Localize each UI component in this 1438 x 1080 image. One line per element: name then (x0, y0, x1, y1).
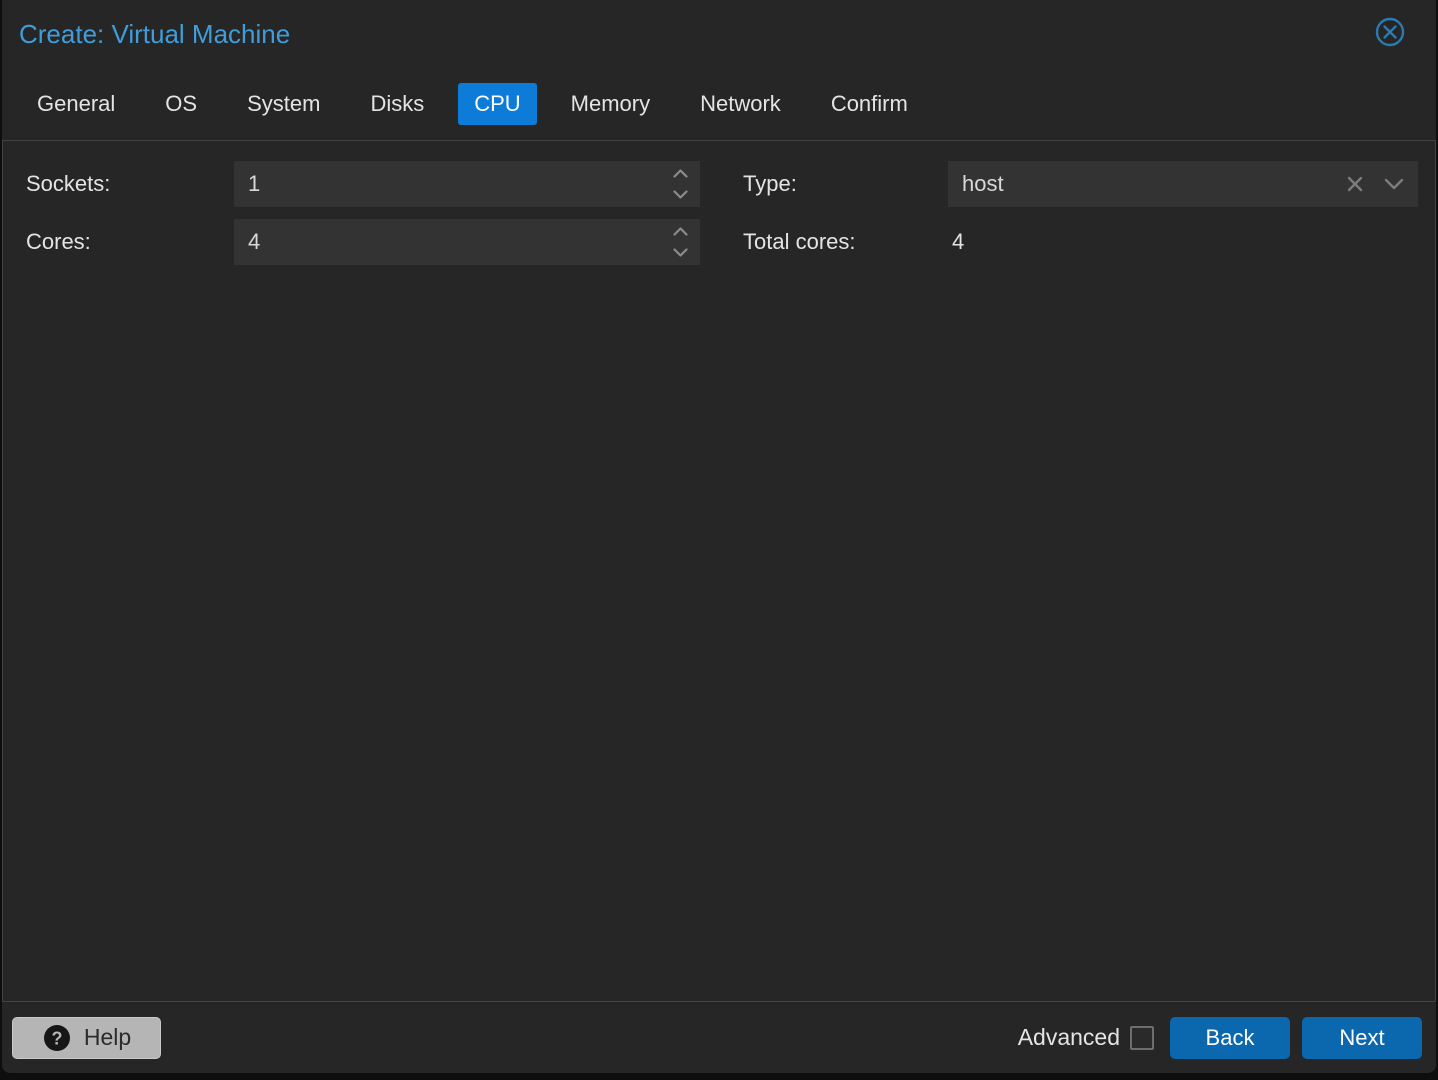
cores-input[interactable] (234, 219, 673, 265)
dialog-footer: ? Help Advanced Back Next (2, 1002, 1436, 1073)
cores-spinner[interactable] (673, 223, 700, 262)
sockets-field (234, 161, 700, 207)
cores-field (234, 219, 700, 265)
type-input[interactable] (948, 161, 1346, 207)
type-label: Type: (743, 171, 797, 196)
next-button[interactable]: Next (1302, 1016, 1422, 1059)
create-vm-dialog: Create: Virtual Machine General OS Syste… (2, 0, 1436, 1073)
close-button[interactable] (1374, 16, 1406, 53)
sockets-spinner[interactable] (673, 165, 700, 204)
back-button[interactable]: Back (1170, 1016, 1290, 1059)
close-circle-icon (1374, 16, 1406, 53)
tab-disks[interactable]: Disks (354, 83, 440, 125)
svg-text:?: ? (51, 1028, 62, 1048)
total-cores-label: Total cores: (743, 229, 856, 254)
chevron-up-icon (673, 165, 688, 183)
chevron-down-icon (673, 244, 688, 262)
chevron-up-icon (673, 223, 688, 241)
sockets-input[interactable] (234, 161, 673, 207)
total-cores-value: 4 (952, 229, 965, 254)
sockets-label: Sockets: (26, 171, 111, 196)
tab-confirm[interactable]: Confirm (815, 83, 924, 125)
cpu-settings-panel: Sockets: Type: (2, 140, 1436, 1002)
tab-network[interactable]: Network (684, 83, 797, 125)
dialog-title: Create: Virtual Machine (19, 19, 291, 49)
type-combo (948, 161, 1418, 207)
tab-system[interactable]: System (231, 83, 336, 125)
tab-os[interactable]: OS (149, 83, 213, 125)
cores-label: Cores: (26, 229, 91, 254)
chevron-down-icon[interactable] (1384, 178, 1404, 190)
tab-general[interactable]: General (21, 83, 131, 125)
advanced-label: Advanced (1017, 1024, 1120, 1050)
question-circle-icon: ? (42, 1023, 72, 1053)
tab-memory[interactable]: Memory (555, 83, 666, 125)
tab-bar: General OS System Disks CPU Memory Netwo… (21, 83, 924, 125)
advanced-checkbox[interactable] (1130, 1025, 1154, 1050)
clear-x-icon[interactable] (1346, 175, 1364, 193)
dialog-header: Create: Virtual Machine General OS Syste… (2, 0, 1436, 140)
chevron-down-icon (673, 186, 688, 204)
help-button[interactable]: ? Help (12, 1016, 161, 1059)
help-button-label: Help (83, 1024, 132, 1050)
tab-cpu[interactable]: CPU (458, 83, 537, 125)
